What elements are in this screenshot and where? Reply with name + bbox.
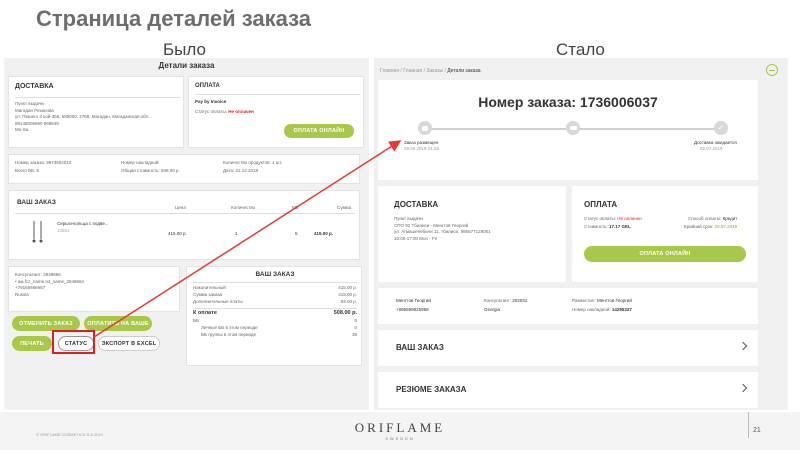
- before-bb-total: Всего ББ: 5: [15, 168, 39, 173]
- order-header-card: Номер заказа: 1736006037 ✓ Заказ размеще…: [378, 80, 758, 180]
- breadcrumb: Главная / Главная / Заказы / Детали зака…: [380, 68, 481, 74]
- shipping-icon: [566, 121, 580, 135]
- logo-subtitle: SWEDEN: [385, 436, 415, 441]
- pay-before-button[interactable]: ОПЛАТИТЬ НА ВАШЕ: [84, 316, 152, 331]
- timeline-start-date: 29.06.2019 21:55: [404, 146, 440, 151]
- before-page-title: Детали заказа: [158, 61, 215, 70]
- before-order-number: Номер заказа: 9973602010: [15, 160, 72, 165]
- before-screenshot: Детали заказа ДОСТАВКА Пункт выдачи Мага…: [4, 58, 369, 410]
- totals-row: ББ группы в этом периоде 38: [201, 331, 357, 337]
- before-payment-method: Pay by Invoice: [195, 99, 227, 104]
- collapse-icon[interactable]: [766, 64, 778, 76]
- after-delivery-card: ДОСТАВКА Пункт выдачи СПО 92 Тбилиси - М…: [378, 186, 566, 282]
- status-highlight-box: [52, 330, 95, 354]
- totals-row: Накопительный 415.00 р.: [193, 285, 357, 290]
- slide-footer: © ORIFLAME COSMETICS S.A 2019 ORIFLAME S…: [0, 412, 800, 450]
- before-payment-title: ОПЛАТА: [195, 83, 220, 89]
- after-payment-deadline: Крайний срок: 20.07.2019: [684, 224, 738, 229]
- breadcrumb-current: Детали заказа: [447, 68, 481, 74]
- after-info-card: Менгтов Георгий +995599925958 Консультан…: [378, 288, 758, 324]
- after-payment-card: ОПЛАТА Статус оплаты: Не оплачен Стоимос…: [572, 186, 758, 282]
- export-excel-button[interactable]: ЭКСПОРТ В EXCEL: [98, 336, 160, 351]
- timeline-end-date: 02.07.2019: [700, 146, 723, 151]
- print-button[interactable]: ПЕЧАТЬ: [12, 336, 52, 351]
- col-sum: Сумма: [337, 205, 352, 210]
- before-total-cost: Общая стоимость: 508.00 р.: [121, 168, 180, 173]
- item-name[interactable]: Серьги-кольца с подве...: [57, 221, 109, 228]
- col-qty: Количество: [231, 205, 256, 210]
- before-summary-strip: Номер заказа: 9973602010 Всего ББ: 5 Ном…: [8, 154, 360, 184]
- before-delivery-lines: Пункт выдачи Магадан Резанова ул. Пешего…: [15, 101, 152, 132]
- consultant-id: Консультант: 202031: [484, 298, 528, 303]
- totals-row: К оплате 508.00 р.: [193, 308, 357, 317]
- item-bb: 5: [295, 231, 298, 236]
- before-date: Дата: 21.12.2018: [223, 168, 258, 173]
- before-consultant-card: Консультант: 2848866 • ам.fcz_name.txt_n…: [8, 266, 180, 312]
- col-price: Цена: [175, 205, 186, 210]
- order-summary-title: РЕЗЮМЕ ЗАКАЗА: [396, 385, 467, 394]
- totals-row: ББ 5: [193, 318, 357, 324]
- breadcrumb-item[interactable]: Заказы: [426, 68, 443, 74]
- chevron-right-icon: [738, 383, 748, 393]
- your-order-accordion[interactable]: ВАШ ЗАКАЗ: [378, 330, 758, 366]
- earring-thumbnail: [31, 219, 45, 245]
- after-payment-title: ОПЛАТА: [584, 200, 618, 209]
- before-delivery-card: ДОСТАВКА Пункт выдачи Магадан Резанова у…: [8, 76, 184, 148]
- order-placed-icon: [418, 121, 432, 135]
- before-payment-status: Статус оплаты: Не оплачен: [195, 109, 254, 114]
- after-payment-cost: Стоимость: 17.17 GEL: [584, 224, 631, 229]
- after-payment-status: Статус оплаты: Не оплачен: [584, 216, 642, 221]
- col-bb: ББ: [292, 205, 298, 210]
- invoice-number: Номер накладной: 14295327: [572, 307, 632, 312]
- breadcrumb-item[interactable]: Главная: [403, 68, 422, 74]
- before-pay-online-button[interactable]: ОПЛАТА ОНЛАЙН: [284, 124, 354, 138]
- before-delivery-title: ДОСТАВКА: [15, 83, 54, 90]
- totals-row: Сумма заказа 415.00 р.: [193, 291, 357, 297]
- before-your-order-card: ВАШ ЗАКАЗ Цена Количество ББ Сумма Серьг…: [8, 190, 360, 260]
- after-pay-online-button[interactable]: ОПЛАТА ОНЛАЙН: [584, 246, 746, 262]
- totals-title: ВАШ ЗАКАЗ: [255, 271, 295, 278]
- order-summary-accordion[interactable]: РЕЗЮМЕ ЗАКАЗА: [378, 372, 758, 408]
- breadcrumb-item[interactable]: Главная: [380, 68, 399, 74]
- change-order-button[interactable]: ОТМЕНИТЬ ЗАКАЗ: [12, 316, 80, 331]
- totals-row: Дополнительные платы 93.00 р.: [193, 298, 357, 304]
- slide-title: Страница деталей заказа: [36, 6, 312, 31]
- item-price: 415.00 р.: [168, 231, 187, 236]
- after-screenshot: Главная / Главная / Заказы / Детали зака…: [374, 58, 788, 410]
- delivered-check-icon: ✓: [714, 121, 728, 135]
- item-qty: 1: [235, 231, 238, 236]
- order-heading: Номер заказа: 1736006037: [478, 94, 658, 110]
- after-delivery-title: ДОСТАВКА: [394, 200, 439, 209]
- oriflame-logo: ORIFLAME: [354, 420, 446, 435]
- item-code: 33851: [57, 228, 70, 233]
- customer-phone: +995599925958: [396, 307, 429, 312]
- customer-name: Менгтов Георгий: [396, 298, 431, 303]
- item-sum: 415.00 р.: [314, 231, 334, 236]
- before-invoice: Номер накладной:: [121, 160, 160, 165]
- your-order-title: ВАШ ЗАКАЗ: [396, 343, 444, 352]
- before-totals-card: ВАШ ЗАКАЗ Накопительный 415.00 р. Сумма за…: [186, 266, 362, 366]
- after-delivery-lines: Пункт выдачи СПО 92 Тбилиси - Менгтов Ге…: [394, 216, 491, 241]
- after-label: Стало: [556, 40, 605, 59]
- before-payment-card: ОПЛАТА Pay by Invoice Статус оплаты: Не …: [188, 76, 364, 148]
- after-payment-method: Способ оплаты: Кредит: [688, 216, 738, 221]
- country: Georgia: [484, 307, 501, 312]
- chevron-right-icon: [738, 341, 748, 351]
- before-qty: Количество продуктов: 1 шт.: [223, 160, 283, 165]
- consultant-lines: Консультант: 2848866 • ам.fcz_name.txt_n…: [15, 272, 85, 297]
- placed-by: Разместил: Менгтов Георгий: [572, 298, 632, 303]
- before-label: Было: [163, 40, 206, 59]
- page-number: 21: [753, 427, 761, 434]
- totals-row: Личные ББ в этом периоде 0: [201, 325, 357, 331]
- before-your-order-title: ВАШ ЗАКАЗ: [17, 199, 56, 206]
